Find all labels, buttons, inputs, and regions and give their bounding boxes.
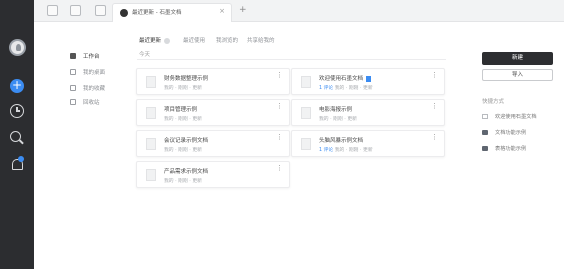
document-meta: 我的 · 刚刚 · 更新 — [164, 177, 202, 184]
more-options-icon[interactable]: ⋮ — [276, 165, 283, 172]
document-card[interactable]: 头脑风暴示例文档 1 评论 我的 · 刚刚 · 更新 ⋮ — [291, 130, 445, 157]
folder-icon — [482, 130, 488, 135]
shimo-logo-icon — [120, 9, 128, 17]
new-button[interactable]: 新建 — [482, 52, 553, 65]
more-options-icon[interactable]: ⋮ — [431, 134, 438, 141]
tab-recent-updates[interactable]: 最近更新 - 石墨文档 × — [112, 3, 232, 22]
close-icon[interactable]: × — [219, 7, 225, 15]
tab-bar: 最近更新 - 石墨文档 × + — [34, 0, 564, 22]
avatar[interactable] — [9, 39, 26, 56]
bookmark-icon — [366, 75, 372, 82]
notification-bell-icon[interactable] — [10, 156, 24, 171]
document-title-text: 欢迎使用石墨文档 — [319, 76, 364, 82]
sidebar-item-label: 工作台 — [83, 54, 100, 60]
document-meta: 我的 · 刚刚 · 更新 — [164, 115, 202, 122]
more-options-icon[interactable]: ⋮ — [276, 103, 283, 110]
more-options-icon[interactable]: ⋮ — [276, 72, 283, 79]
document-icon — [146, 138, 156, 150]
section-today-label: 今天 — [139, 52, 151, 58]
app-rail: + — [0, 0, 34, 269]
document-meta-text: 我的 · 刚刚 · 更新 — [164, 86, 202, 91]
document-card[interactable]: 欢迎使用石墨文档 1 评论 我的 · 刚刚 · 更新 ⋮ — [291, 68, 445, 95]
sidebar-toggle-icon[interactable] — [47, 5, 58, 16]
shortcut-label: 表格功能示例 — [495, 146, 527, 152]
comment-count[interactable]: 1 评论 — [319, 148, 333, 153]
document-icon — [146, 76, 156, 88]
desktop-icon — [70, 69, 76, 75]
new-document-button[interactable]: + — [10, 79, 24, 93]
add-tab-button[interactable]: + — [239, 5, 247, 15]
document-card[interactable]: 电影海报示例 我的 · 刚刚 · 更新 ⋮ — [291, 99, 445, 126]
document-icon — [146, 169, 156, 181]
import-button[interactable]: 导入 — [482, 69, 553, 81]
notification-dot — [18, 156, 24, 162]
document-card[interactable]: 财务数据整理示例 我的 · 刚刚 · 更新 ⋮ — [136, 68, 290, 95]
document-icon — [301, 76, 311, 88]
document-meta: 我的 · 刚刚 · 更新 — [164, 84, 202, 91]
document-meta: 1 评论 我的 · 刚刚 · 更新 — [319, 84, 373, 91]
document-icon — [146, 107, 156, 119]
document-card[interactable]: 项目管理示例 我的 · 刚刚 · 更新 ⋮ — [136, 99, 290, 126]
tab-title: 最近更新 - 石墨文档 — [132, 10, 182, 16]
favorites-icon — [70, 85, 76, 91]
refresh-icon[interactable] — [95, 5, 106, 16]
document-meta-text: 我的 · 刚刚 · 更新 — [164, 179, 202, 184]
shortcut-label: 欢迎使用石墨文档 — [495, 114, 537, 120]
more-options-icon[interactable]: ⋮ — [431, 72, 438, 79]
document-meta-text: 我的 · 刚刚 · 更新 — [334, 86, 373, 91]
back-icon[interactable] — [70, 5, 81, 16]
sidebar-item-label: 我的桌面 — [83, 70, 106, 76]
document-meta-text: 我的 · 刚刚 · 更新 — [164, 148, 202, 153]
filter-shared-with-me[interactable]: 共享给我的 — [247, 36, 275, 44]
document-title: 欢迎使用石墨文档 — [319, 74, 372, 82]
recent-clock-icon[interactable] — [10, 104, 24, 118]
document-meta-text: 我的 · 刚刚 · 更新 — [164, 117, 202, 122]
document-title: 电影海报示例 — [319, 107, 353, 113]
filter-label: 最近更新 — [139, 38, 162, 44]
document-meta-text: 我的 · 刚刚 · 更新 — [319, 117, 357, 122]
document-card[interactable]: 会议记录示例文档 我的 · 刚刚 · 更新 ⋮ — [136, 130, 290, 157]
document-icon — [301, 107, 311, 119]
document-meta: 我的 · 刚刚 · 更新 — [164, 146, 202, 153]
workbench-icon — [70, 53, 76, 59]
more-options-icon[interactable]: ⋮ — [276, 134, 283, 141]
document-title: 财务数据整理示例 — [164, 76, 209, 82]
sidebar-item-label: 回收站 — [83, 100, 100, 106]
filter-count-badge — [164, 37, 171, 44]
comment-count[interactable]: 1 评论 — [319, 86, 333, 91]
divider — [137, 59, 446, 60]
document-meta: 我的 · 刚刚 · 更新 — [319, 115, 357, 122]
document-title: 头脑风暴示例文档 — [319, 138, 364, 144]
filter-recent-used[interactable]: 最近使用 — [183, 36, 205, 44]
document-card[interactable]: 产品需求示例文档 我的 · 刚刚 · 更新 ⋮ — [136, 161, 290, 188]
document-title: 项目管理示例 — [164, 107, 198, 113]
filter-recent-updates[interactable]: 最近更新 — [139, 36, 171, 44]
doc-icon — [482, 114, 488, 119]
document-icon — [301, 138, 311, 150]
trash-icon — [70, 99, 76, 105]
document-meta: 1 评论 我的 · 刚刚 · 更新 — [319, 146, 373, 153]
shortcuts-heading: 快捷方式 — [482, 99, 505, 105]
document-title: 会议记录示例文档 — [164, 138, 209, 144]
document-meta-text: 我的 · 刚刚 · 更新 — [334, 148, 373, 153]
shortcut-label: 文档功能示例 — [495, 130, 527, 136]
sidebar-item-label: 我的收藏 — [83, 86, 106, 92]
search-icon[interactable] — [10, 131, 24, 145]
filter-viewed[interactable]: 我浏览的 — [216, 36, 238, 44]
folder-icon — [482, 146, 488, 151]
more-options-icon[interactable]: ⋮ — [431, 103, 438, 110]
document-title: 产品需求示例文档 — [164, 169, 209, 175]
